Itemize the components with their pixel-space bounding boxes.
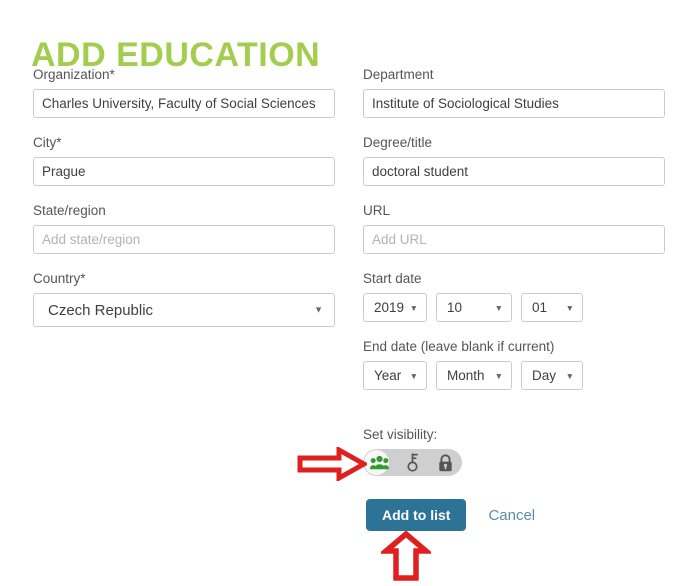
visibility-block: Set visibility: <box>363 426 665 476</box>
start-date-month-value: 10 <box>447 300 463 315</box>
visibility-option-public[interactable] <box>363 449 396 476</box>
key-icon <box>406 453 419 472</box>
end-date-year-select[interactable]: Year ▼ <box>363 361 427 390</box>
url-input[interactable] <box>363 225 665 254</box>
chevron-down-icon: ▼ <box>565 370 574 381</box>
state-region-input[interactable] <box>33 225 335 254</box>
field-country: Country* Czech Republic ▼ <box>33 270 335 327</box>
visibility-label: Set visibility: <box>363 427 438 442</box>
field-end-date: End date (leave blank if current) Year ▼… <box>363 338 665 390</box>
start-date-year-select[interactable]: 2019 ▼ <box>363 293 427 322</box>
end-date-month-value: Month <box>447 368 485 383</box>
department-label: Department <box>363 67 434 82</box>
people-icon <box>370 455 389 470</box>
end-date-month-select[interactable]: Month ▼ <box>436 361 512 390</box>
visibility-option-private[interactable] <box>429 449 462 476</box>
city-input[interactable] <box>33 157 335 186</box>
add-to-list-button[interactable]: Add to list <box>366 499 467 531</box>
chevron-down-icon: ▼ <box>409 370 418 381</box>
end-date-label: End date (leave blank if current) <box>363 339 555 354</box>
field-department: Department <box>363 66 665 118</box>
visibility-toggle[interactable] <box>363 449 462 476</box>
form-column-left: Organization* City* State/region Country… <box>33 66 335 343</box>
end-date-day-value: Day <box>532 368 557 383</box>
chevron-down-icon: ▼ <box>494 302 503 313</box>
country-label: Country* <box>33 271 86 286</box>
visibility-option-restricted[interactable] <box>396 449 429 476</box>
organization-label: Organization* <box>33 67 115 82</box>
start-date-day-select[interactable]: 01 ▼ <box>521 293 583 322</box>
lock-icon <box>438 453 453 472</box>
field-organization: Organization* <box>33 66 335 118</box>
field-start-date: Start date 2019 ▼ 10 ▼ 01 ▼ <box>363 270 665 322</box>
start-date-day-value: 01 <box>532 300 548 315</box>
end-date-row: Year ▼ Month ▼ Day ▼ <box>363 361 665 390</box>
organization-input[interactable] <box>33 89 335 118</box>
chevron-down-icon: ▼ <box>565 302 574 313</box>
chevron-down-icon: ▼ <box>494 370 503 381</box>
field-url: URL <box>363 202 665 254</box>
field-degree-title: Degree/title <box>363 134 665 186</box>
field-state-region: State/region <box>33 202 335 254</box>
degree-title-input[interactable] <box>363 157 665 186</box>
degree-title-label: Degree/title <box>363 135 433 150</box>
department-input[interactable] <box>363 89 665 118</box>
field-city: City* <box>33 134 335 186</box>
state-region-label: State/region <box>33 203 106 218</box>
add-education-form-page: ADD EDUCATION Organization* City* State/… <box>0 0 675 584</box>
end-date-day-select[interactable]: Day ▼ <box>521 361 583 390</box>
url-label: URL <box>363 203 391 218</box>
form-actions: Add to list Cancel <box>366 499 535 531</box>
form-column-right: Department Degree/title URL Start date 2… <box>363 66 665 406</box>
city-label: City* <box>33 135 62 150</box>
end-date-year-value: Year <box>374 368 402 383</box>
start-date-year-value: 2019 <box>374 300 405 315</box>
arrow-up-icon <box>378 530 434 581</box>
chevron-down-icon: ▼ <box>314 304 323 315</box>
arrow-right-icon <box>297 445 370 483</box>
start-date-row: 2019 ▼ 10 ▼ 01 ▼ <box>363 293 665 322</box>
country-select[interactable]: Czech Republic ▼ <box>33 293 335 327</box>
start-date-label: Start date <box>363 271 422 286</box>
country-selected-value: Czech Republic <box>48 301 154 319</box>
start-date-month-select[interactable]: 10 ▼ <box>436 293 512 322</box>
chevron-down-icon: ▼ <box>409 302 418 313</box>
cancel-link[interactable]: Cancel <box>488 507 535 524</box>
